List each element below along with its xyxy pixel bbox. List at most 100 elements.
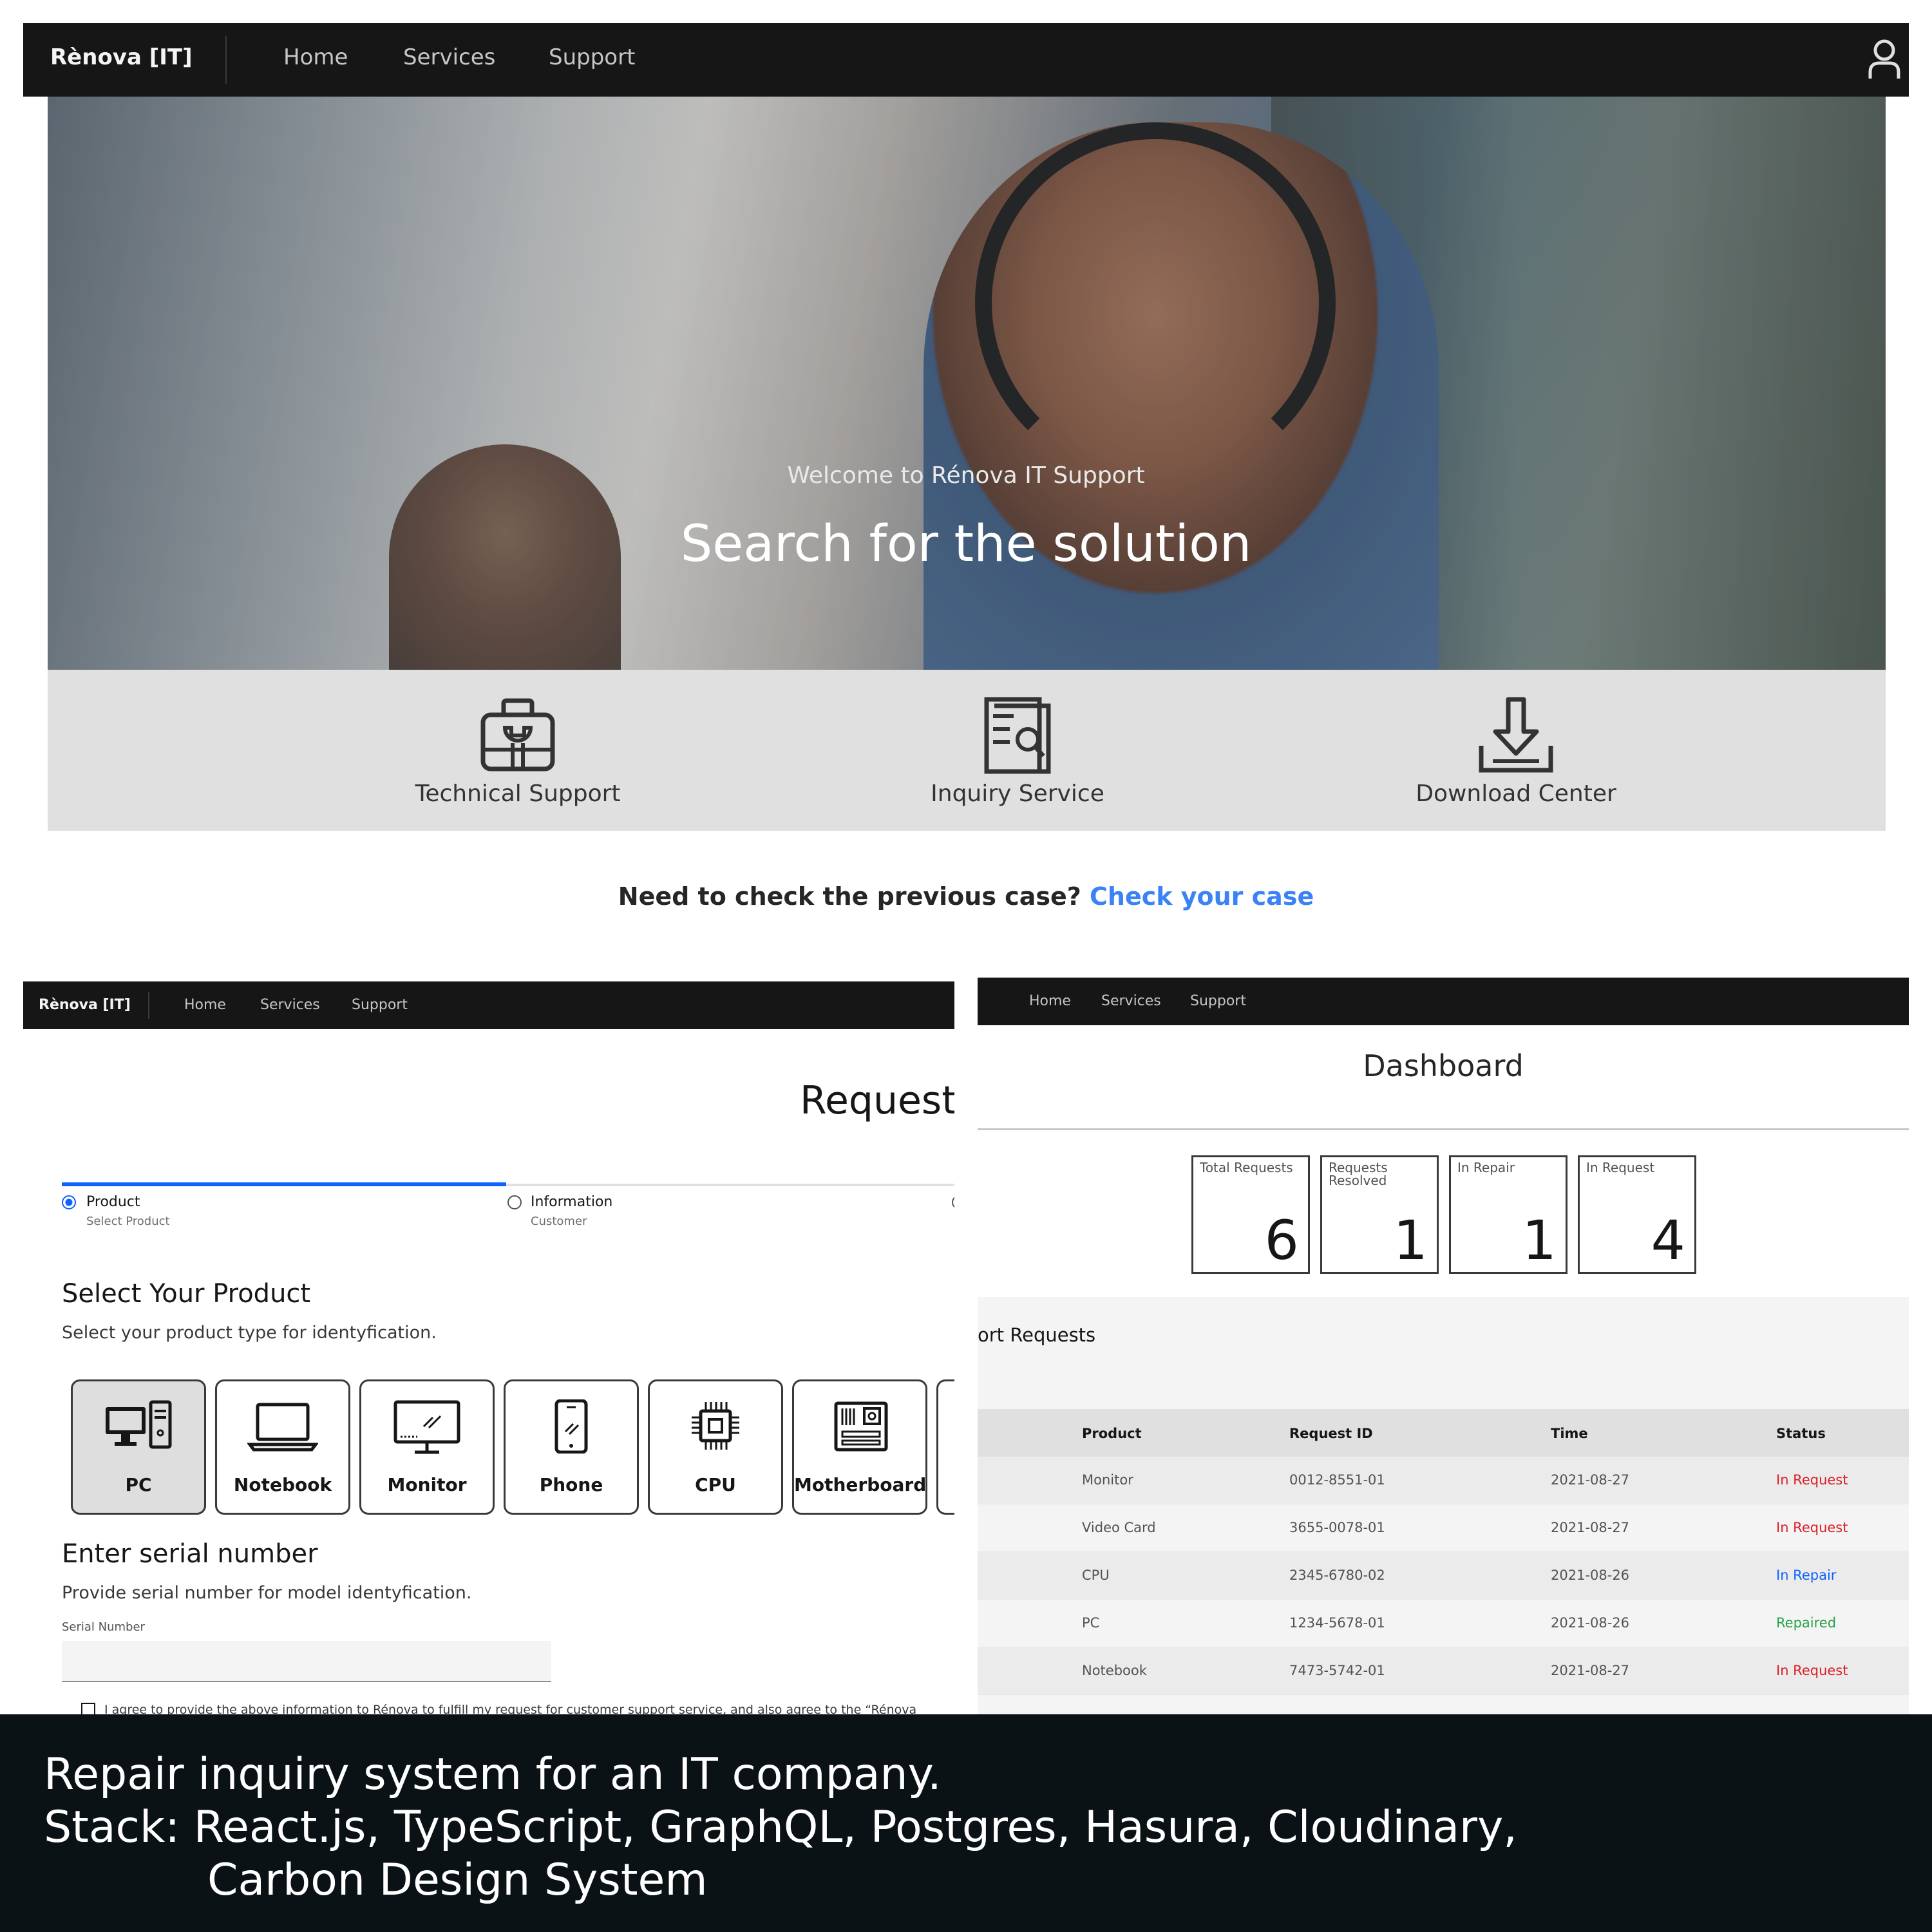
caption-bar: Repair inquiry system for an IT company.…	[0, 1714, 1932, 1932]
step-incomplete-icon[interactable]	[952, 1195, 954, 1209]
check-case-link[interactable]: Check your case	[1090, 882, 1314, 911]
product-label: Monitor	[387, 1474, 467, 1495]
cell-time: 2021-08-26	[1551, 1567, 1630, 1583]
product-label: CPU	[695, 1474, 736, 1495]
product-card-motherboard[interactable]: Motherboard	[792, 1379, 927, 1515]
stat-tile-value: 4	[1651, 1209, 1685, 1272]
nav-link-services[interactable]: Services	[403, 44, 495, 70]
product-card-notebook[interactable]: Notebook	[215, 1379, 350, 1515]
cell-request-id: 0012-8551-01	[1289, 1472, 1385, 1488]
nav-link-services[interactable]: Services	[260, 997, 320, 1013]
laptop-icon	[247, 1403, 318, 1452]
cell-time: 2021-08-27	[1551, 1663, 1630, 1678]
phone-icon	[554, 1399, 588, 1454]
product-card-overflow[interactable]	[936, 1379, 954, 1515]
hero-overlay	[48, 97, 1886, 670]
stat-tile-value: 6	[1264, 1209, 1299, 1272]
nav-link-services[interactable]: Services	[1101, 993, 1161, 1009]
cell-status: Repaired	[1776, 1615, 1837, 1631]
stat-tile-in-request: In Request 4	[1578, 1155, 1696, 1274]
stat-tile-value: 1	[1522, 1209, 1557, 1272]
service-label: Technical Support	[415, 781, 621, 807]
agree-checkbox[interactable]	[81, 1703, 95, 1714]
requests-table-panel: ort Requests Product Request ID Time Sta…	[978, 1297, 1909, 1714]
nav-divider	[225, 36, 227, 84]
step-information-label[interactable]: Information	[531, 1194, 612, 1210]
cell-time: 2021-08-27	[1551, 1472, 1630, 1488]
nav-link-support[interactable]: Support	[1190, 993, 1246, 1009]
caption-line: Carbon Design System	[207, 1855, 708, 1906]
product-card-cpu[interactable]: CPU	[648, 1379, 783, 1515]
cell-request-id: 7473-5742-01	[1289, 1663, 1385, 1678]
step-product-sublabel: Select Product	[86, 1215, 170, 1228]
step-current-icon[interactable]	[62, 1195, 76, 1209]
brand-logo[interactable]: Rènova [IT]	[50, 44, 193, 70]
hero-banner	[48, 97, 1886, 670]
progress-complete-bar	[62, 1182, 506, 1186]
agree-checkbox-label: I agree to provide the above information…	[104, 1703, 917, 1714]
stat-tile-total-requests: Total Requests 6	[1191, 1155, 1310, 1274]
requests-table-title: ort Requests	[978, 1324, 1096, 1346]
dashboard-title: Dashboard	[1363, 1048, 1524, 1083]
table-row[interactable]: PC 1234-5678-01 2021-08-26 Repaired	[978, 1600, 1909, 1647]
table-row[interactable]: Notebook 7473-5742-01 2021-08-27 In Request	[978, 1647, 1909, 1695]
table-row[interactable]: Monitor 0012-8551-01 2021-08-27 In Request	[978, 1457, 1909, 1504]
user-icon[interactable]	[1866, 37, 1902, 81]
serial-number-heading: Enter serial number	[62, 1539, 318, 1569]
nav-link-support[interactable]: Support	[549, 44, 635, 70]
top-navbar: Rènova [IT] Home Services Support	[23, 23, 1909, 97]
caption-line: Stack: React.js, TypeScript, GraphQL, Po…	[44, 1802, 1517, 1853]
product-card-pc[interactable]: PC	[71, 1379, 206, 1515]
cell-status: In Request	[1776, 1663, 1848, 1678]
services-band: Technical Support Inquiry Service Downlo…	[48, 670, 1886, 831]
table-header-row: Product Request ID Time Status	[978, 1409, 1909, 1457]
cell-product: Monitor	[1082, 1472, 1133, 1488]
cell-product: CPU	[1082, 1567, 1110, 1583]
download-icon	[1479, 697, 1553, 773]
serial-number-label: Serial Number	[62, 1620, 145, 1634]
column-header-product[interactable]: Product	[1082, 1426, 1142, 1441]
request-navbar: Rènova [IT] Home Services Support	[23, 981, 954, 1029]
cell-time: 2021-08-26	[1551, 1615, 1630, 1631]
toolbox-icon	[480, 698, 555, 772]
step-incomplete-icon[interactable]	[507, 1195, 522, 1209]
serial-number-input[interactable]	[62, 1641, 551, 1682]
dashboard-divider	[978, 1128, 1909, 1130]
service-technical-support[interactable]: Technical Support	[389, 696, 647, 807]
stat-tile-label: Requests Resolved	[1329, 1160, 1388, 1188]
product-card-monitor[interactable]: Monitor	[359, 1379, 495, 1515]
nav-link-home[interactable]: Home	[283, 44, 348, 70]
dashboard-navbar: Home Services Support	[978, 978, 1909, 1025]
step-product-label[interactable]: Product	[86, 1194, 140, 1210]
cell-product: Video Card	[1082, 1520, 1156, 1535]
brand-logo[interactable]: Rènova [IT]	[39, 997, 131, 1013]
table-row[interactable]: Video Card 3655-0078-01 2021-08-27 In Reque…	[978, 1504, 1909, 1552]
column-header-time[interactable]: Time	[1551, 1426, 1588, 1441]
product-label: Motherboard	[794, 1474, 927, 1495]
nav-link-home[interactable]: Home	[1029, 993, 1071, 1009]
caption-line: Repair inquiry system for an IT company.	[44, 1749, 942, 1800]
page-title: Request	[800, 1078, 954, 1123]
cell-product: Notebook	[1082, 1663, 1147, 1678]
cpu-chip-icon	[692, 1402, 739, 1450]
table-row[interactable]: CPU 2345-6780-02 2021-08-26 In Repair	[978, 1552, 1909, 1600]
desktop-pc-icon	[106, 1400, 172, 1449]
cell-request-id: 2345-6780-02	[1289, 1567, 1385, 1583]
column-header-status[interactable]: Status	[1776, 1426, 1826, 1441]
service-download-center[interactable]: Download Center	[1387, 696, 1645, 807]
request-form-screenshot: Rènova [IT] Home Services Support Reques…	[23, 981, 954, 1714]
stat-tile-in-repair: In Repair 1	[1449, 1155, 1567, 1274]
cell-status: In Request	[1776, 1472, 1848, 1488]
nav-link-support[interactable]: Support	[352, 997, 408, 1013]
document-search-icon	[984, 697, 1051, 774]
stat-tile-value: 1	[1393, 1209, 1428, 1272]
nav-link-home[interactable]: Home	[184, 997, 226, 1013]
service-inquiry[interactable]: Inquiry Service	[889, 696, 1146, 807]
cell-request-id: 1234-5678-01	[1289, 1615, 1385, 1631]
dashboard-screenshot: Home Services Support Dashboard Total Re…	[978, 978, 1909, 1714]
nav-divider	[148, 992, 149, 1019]
stat-tile-requests-resolved: Requests Resolved 1	[1320, 1155, 1439, 1274]
product-card-phone[interactable]: Phone	[504, 1379, 639, 1515]
column-header-request-id[interactable]: Request ID	[1289, 1426, 1373, 1441]
hero-title: Search for the solution	[680, 515, 1252, 573]
